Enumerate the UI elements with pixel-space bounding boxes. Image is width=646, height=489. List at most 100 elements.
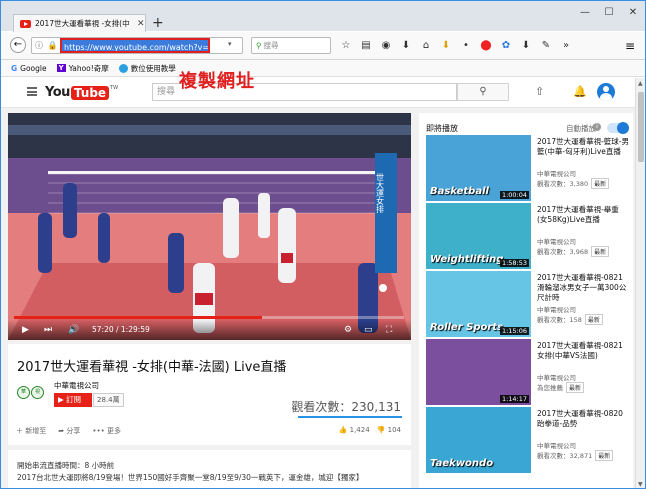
new-badge: 最新 (566, 382, 585, 393)
view-count-text: 觀看次數：158 (537, 316, 582, 324)
next-icon[interactable]: ⏭ (44, 325, 52, 335)
progress-bar[interactable] (14, 316, 404, 319)
channel-logo[interactable]: 華視 (17, 386, 45, 400)
video-duration: 1:00:04 (499, 191, 529, 199)
channel-name[interactable]: 中華電視公司 (54, 380, 99, 391)
thumbnail-text: Basketball (430, 186, 489, 197)
up-next-heading: 即將播放 (426, 124, 458, 133)
dislike-button[interactable]: 👎 104 (377, 426, 401, 434)
account-avatar[interactable] (597, 83, 615, 101)
minimize-button[interactable]: — (573, 7, 597, 18)
theater-mode-icon[interactable]: ▭ (364, 325, 373, 335)
youtube-search-button[interactable]: ⚲ (457, 83, 509, 101)
reader-view-icon[interactable]: ▤ (359, 40, 373, 51)
add-to-button[interactable]: ＋ 新增至 (16, 426, 46, 436)
page-scrollbar[interactable]: ▲ ▼ (635, 78, 645, 488)
url-text[interactable]: https://www.youtube.com/watch?v= (60, 38, 210, 53)
guide-menu-icon[interactable] (27, 87, 37, 96)
google-icon: G (11, 63, 18, 73)
back-button[interactable]: ← (10, 37, 26, 53)
subscribe-label: 訂閱 (66, 395, 82, 404)
logo-tube: Tube (70, 85, 110, 100)
window-controls: — ☐ ✕ (573, 7, 645, 18)
bookmark-star-icon[interactable]: ☆ (339, 40, 353, 51)
upload-icon[interactable]: ⇧ (535, 85, 544, 98)
video-thumbnail[interactable]: 1:14:17 (426, 339, 531, 405)
volume-icon[interactable]: 🔊 (68, 325, 79, 335)
sidebar-video-item[interactable]: Taekwondo 2017世大運看華視-0820跆拳道-品勢 中華電視公司 觀看次數… (426, 407, 630, 475)
pocket-icon[interactable]: ◉ (379, 40, 393, 51)
addon-download-icon[interactable]: ⬇ (439, 40, 453, 51)
search-engine-icon: ⚲ (256, 41, 262, 50)
scrollbar-thumb[interactable] (638, 92, 644, 162)
sidebar-channel-name: 中華電視公司 (537, 238, 576, 246)
play-icon[interactable]: ▶ (22, 325, 29, 335)
search-placeholder: 搜尋 (263, 41, 279, 50)
pin-icon[interactable]: ✎ (539, 40, 553, 51)
video-thumbnail[interactable]: Basketball 1:00:04 (426, 135, 531, 201)
autoplay-label: 自動播放 (566, 124, 596, 133)
view-count: 觀看次數：230,131 (291, 400, 401, 414)
thumbnail-text: Taekwondo (430, 458, 494, 469)
notifications-bell-icon[interactable]: 🔔 (573, 85, 587, 98)
playback-time: 57:20 / 1:29:59 (92, 325, 150, 334)
dislike-count: 104 (387, 426, 401, 434)
download-icon[interactable]: ⬇ (399, 40, 413, 51)
video-player[interactable]: 世大運女排 ▶ ⏭ 🔊 57:20 / 1:29:59 ⚙ ▭ ⛶ (8, 113, 411, 340)
sidebar-video-title[interactable]: 2017世大運看華視-0820跆拳道-品勢 (537, 409, 629, 429)
up-next-sidebar: 即將播放 自動播放 i Basketball 1:00:04 2017世大運看華視-… (419, 113, 633, 488)
sidebar-video-item[interactable]: Roller Sports 1:15:06 2017世大運看華視-0821滑輪溜冰男… (426, 271, 630, 339)
save-download-icon[interactable]: ⬇ (519, 40, 533, 51)
bookmark-digital[interactable]: 數位使用教學 (118, 63, 176, 74)
logo-region: TW (110, 85, 119, 91)
more-tools-icon[interactable]: » (559, 40, 573, 51)
sidebar-video-title[interactable]: 2017世大運看華視-籃球-男籃(中華-匈牙利)Live直播 (537, 137, 629, 157)
home-icon[interactable]: ⌂ (419, 40, 433, 51)
like-button[interactable]: 👍 1,424 (339, 426, 370, 434)
url-dropdown-icon[interactable]: ▾ (228, 40, 232, 48)
new-badge: 最新 (595, 450, 614, 461)
address-bar[interactable]: ⓘ 🔒 https://www.youtube.com/watch?v= ▾ ↻ (31, 37, 266, 55)
youtube-favicon-icon (20, 19, 31, 28)
site-info-icon[interactable]: ⓘ 🔒 (35, 40, 59, 51)
video-thumbnail[interactable]: Roller Sports 1:15:06 (426, 271, 531, 337)
video-thumbnail[interactable]: Taekwondo (426, 407, 531, 473)
scroll-up-icon[interactable]: ▲ (638, 80, 643, 87)
maximize-button[interactable]: ☐ (597, 7, 621, 18)
sidebar-video-item[interactable]: Basketball 1:00:04 2017世大運看華視-籃球-男籃(中華-匈牙利… (426, 135, 630, 203)
scroll-down-icon[interactable]: ▼ (638, 481, 643, 488)
sidebar-view-count: 觀看次數：3,380 最新 (537, 178, 610, 189)
view-count-text: 觀看次數：3,968 (537, 248, 589, 256)
menu-icon[interactable]: ≡ (625, 39, 635, 53)
thumbnail-text: Weightlifting (430, 254, 504, 265)
add-to-label: 新增至 (25, 427, 47, 435)
sidebar-video-item[interactable]: Weightlifting 1:58:53 2017世大運看華視-舉重(女58Kg)… (426, 203, 630, 271)
share-button[interactable]: ➦ 分享 (58, 426, 80, 436)
browser-search-input[interactable]: ⚲ 搜尋 (251, 37, 331, 54)
video-thumbnail[interactable]: Weightlifting 1:58:53 (426, 203, 531, 269)
browser-tab[interactable]: 2017世大運看華視 -女排(中 ✕ (13, 14, 146, 32)
color-addon-icon[interactable]: ✿ (499, 40, 513, 51)
sidebar-video-title[interactable]: 2017世大運看華視-0821滑輪溜冰男女子一萬300公尺計時 (537, 273, 629, 303)
close-window-button[interactable]: ✕ (621, 7, 645, 18)
more-label: 更多 (106, 427, 121, 435)
logo-you: You (45, 85, 70, 100)
video-title: 2017世大運看華視 -女排(中華-法國) Live直播 (17, 360, 287, 375)
autoplay-toggle[interactable] (607, 122, 629, 134)
fullscreen-icon[interactable]: ⛶ (386, 325, 392, 335)
settings-gear-icon[interactable]: ⚙ (344, 325, 352, 335)
sidebar-video-title[interactable]: 2017世大運看華視-舉重(女58Kg)Live直播 (537, 205, 629, 225)
tab-close-icon[interactable]: ✕ (137, 19, 145, 29)
new-tab-button[interactable]: + (152, 16, 164, 30)
bookmark-yahoo[interactable]: Y Yahoo!奇摩 (56, 63, 109, 74)
more-button[interactable]: ••• 更多 (92, 426, 121, 436)
subscriber-count: 28.4萬 (93, 393, 124, 407)
sidebar-video-item[interactable]: 1:14:17 2017世大運看華視-0821女排(中華VS法國) 中華電視公司 為您… (426, 339, 630, 407)
subscribe-button[interactable]: ▶ 訂閱 (54, 393, 92, 407)
adblock-icon[interactable]: ⬤ (479, 40, 493, 51)
sidebar-video-title[interactable]: 2017世大運看華視-0821女排(中華VS法國) (537, 341, 629, 361)
youtube-logo[interactable]: You Tube TW (45, 85, 118, 100)
bookmark-google[interactable]: G Google (11, 64, 47, 73)
info-icon[interactable]: i (593, 123, 601, 131)
bullet-icon[interactable]: • (459, 40, 473, 51)
